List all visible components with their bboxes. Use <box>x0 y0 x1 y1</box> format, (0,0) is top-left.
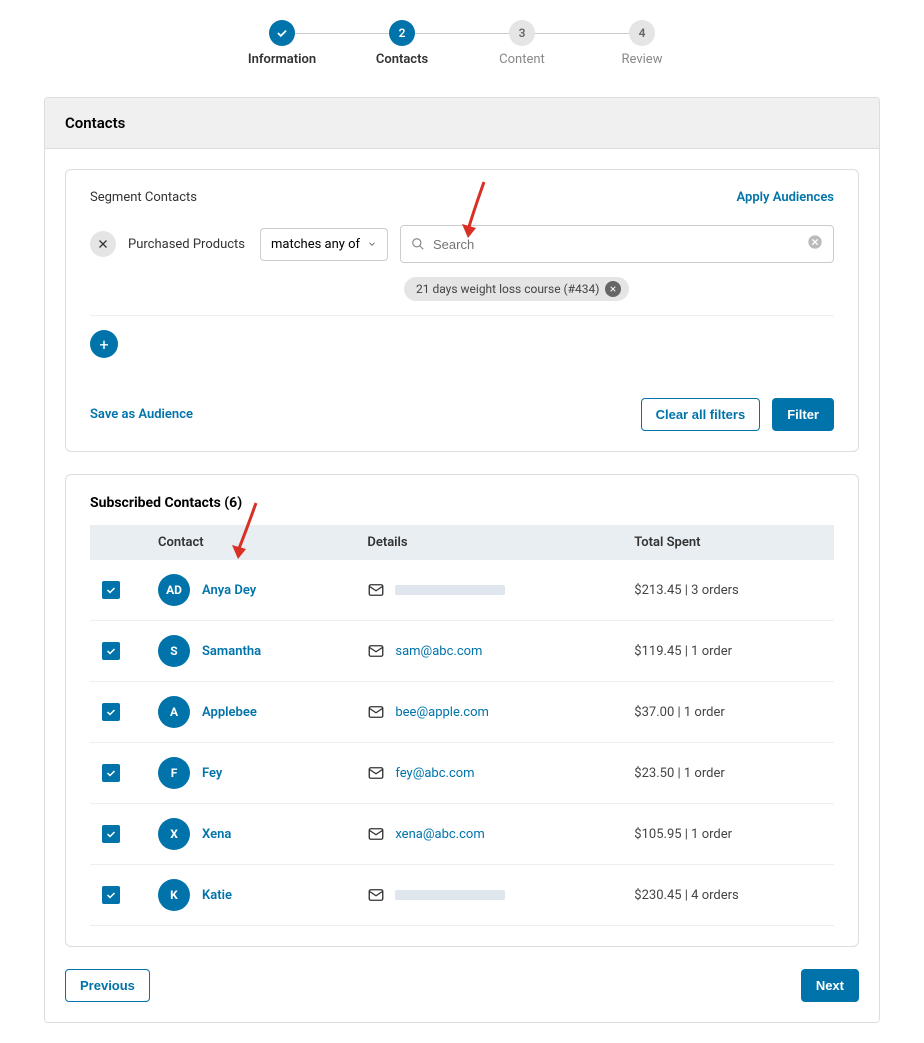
contact-name-link[interactable]: Anya Dey <box>202 583 256 598</box>
avatar: X <box>158 818 190 850</box>
search-input[interactable] <box>433 237 799 252</box>
chip-label: 21 days weight loss course (#434) <box>416 282 599 296</box>
contact-name-link[interactable]: Katie <box>202 888 232 903</box>
email-link[interactable]: xena@abc.com <box>395 827 484 842</box>
filter-actions: Save as Audience Clear all filters Filte… <box>90 398 834 431</box>
step-number: 4 <box>629 20 655 46</box>
step-label: Information <box>248 52 316 67</box>
contacts-title: Subscribed Contacts (6) <box>90 495 834 511</box>
table-row: S Samantha sam@abc.com $119.45 | 1 order <box>90 621 834 682</box>
step-label: Content <box>499 52 545 67</box>
step-content[interactable]: 3 Content <box>462 20 582 67</box>
step-number: 3 <box>509 20 535 46</box>
email-link[interactable]: bee@apple.com <box>395 705 489 720</box>
clear-search-icon[interactable] <box>807 234 823 254</box>
next-button[interactable]: Next <box>801 969 859 1002</box>
panel-title: Contacts <box>45 98 879 149</box>
contacts-table: Contact Details Total Spent AD Anya Dey $… <box>90 525 834 926</box>
filter-button[interactable]: Filter <box>772 398 834 431</box>
email-blurred <box>395 585 505 595</box>
segment-header: Segment Contacts Apply Audiences <box>90 190 834 205</box>
row-checkbox[interactable] <box>102 764 120 782</box>
total-spent: $213.45 | 3 orders <box>634 583 738 598</box>
mail-icon <box>367 886 385 904</box>
table-row: K Katie $230.45 | 4 orders <box>90 865 834 926</box>
check-icon <box>269 20 295 46</box>
step-number: 2 <box>389 20 415 46</box>
step-contacts[interactable]: 2 Contacts <box>342 20 462 67</box>
contact-name-link[interactable]: Fey <box>202 766 222 781</box>
select-value: matches any of <box>271 237 360 252</box>
search-icon <box>411 237 425 251</box>
row-checkbox[interactable] <box>102 703 120 721</box>
column-details[interactable]: Details <box>355 525 622 560</box>
add-filter-button[interactable]: + <box>90 330 118 358</box>
row-checkbox[interactable] <box>102 642 120 660</box>
panel: Contacts Segment Contacts Apply Audience… <box>44 97 880 1023</box>
previous-button[interactable]: Previous <box>65 969 150 1002</box>
column-checkbox <box>90 525 146 560</box>
column-spent[interactable]: Total Spent <box>622 525 834 560</box>
table-row: A Applebee bee@apple.com $37.00 | 1 order <box>90 682 834 743</box>
filter-field-label: Purchased Products <box>128 237 248 252</box>
email-link[interactable]: sam@abc.com <box>395 644 482 659</box>
contact-name-link[interactable]: Xena <box>202 827 231 842</box>
step-label: Review <box>622 52 663 67</box>
row-checkbox[interactable] <box>102 825 120 843</box>
column-contact[interactable]: Contact <box>146 525 355 560</box>
avatar: S <box>158 635 190 667</box>
avatar: F <box>158 757 190 789</box>
mail-icon <box>367 581 385 599</box>
contact-name-link[interactable]: Samantha <box>202 644 261 659</box>
email-blurred <box>395 890 505 900</box>
step-review[interactable]: 4 Review <box>582 20 702 67</box>
mail-icon <box>367 764 385 782</box>
total-spent: $23.50 | 1 order <box>634 766 724 781</box>
email-link[interactable]: fey@abc.com <box>395 766 474 781</box>
mail-icon <box>367 825 385 843</box>
clear-filters-button[interactable]: Clear all filters <box>641 398 761 431</box>
table-header-row: Contact Details Total Spent <box>90 525 834 560</box>
avatar: A <box>158 696 190 728</box>
chip-remove-icon[interactable] <box>605 281 621 297</box>
remove-filter-button[interactable] <box>90 231 116 257</box>
total-spent: $37.00 | 1 order <box>634 705 724 720</box>
total-spent: $105.95 | 1 order <box>634 827 732 842</box>
row-checkbox[interactable] <box>102 581 120 599</box>
total-spent: $230.45 | 4 orders <box>634 888 738 903</box>
chip-row: 21 days weight loss course (#434) <box>404 277 834 301</box>
contact-name-link[interactable]: Applebee <box>202 705 257 720</box>
mail-icon <box>367 642 385 660</box>
step-information[interactable]: Information <box>222 20 342 67</box>
divider <box>90 315 834 316</box>
panel-body: Segment Contacts Apply Audiences Purchas… <box>45 149 879 1022</box>
avatar: AD <box>158 574 190 606</box>
nav-row: Previous Next <box>65 969 859 1002</box>
stepper: Information 2 Contacts 3 Content 4 Revie… <box>0 20 924 67</box>
search-input-wrap <box>400 225 834 263</box>
segment-card: Segment Contacts Apply Audiences Purchas… <box>65 169 859 452</box>
step-label: Contacts <box>376 52 428 67</box>
table-row: F Fey fey@abc.com $23.50 | 1 order <box>90 743 834 804</box>
avatar: K <box>158 879 190 911</box>
match-operator-select[interactable]: matches any of <box>260 228 388 261</box>
filter-chip: 21 days weight loss course (#434) <box>404 277 629 301</box>
mail-icon <box>367 703 385 721</box>
total-spent: $119.45 | 1 order <box>634 644 732 659</box>
row-checkbox[interactable] <box>102 886 120 904</box>
save-audience-link[interactable]: Save as Audience <box>90 407 193 422</box>
table-row: AD Anya Dey $213.45 | 3 orders <box>90 560 834 621</box>
apply-audiences-link[interactable]: Apply Audiences <box>737 190 834 205</box>
filter-row: Purchased Products matches any of <box>90 225 834 263</box>
segment-title: Segment Contacts <box>90 190 197 205</box>
contacts-card: Subscribed Contacts (6) Contact Details … <box>65 474 859 947</box>
chevron-down-icon <box>367 239 377 249</box>
table-row: X Xena xena@abc.com $105.95 | 1 order <box>90 804 834 865</box>
